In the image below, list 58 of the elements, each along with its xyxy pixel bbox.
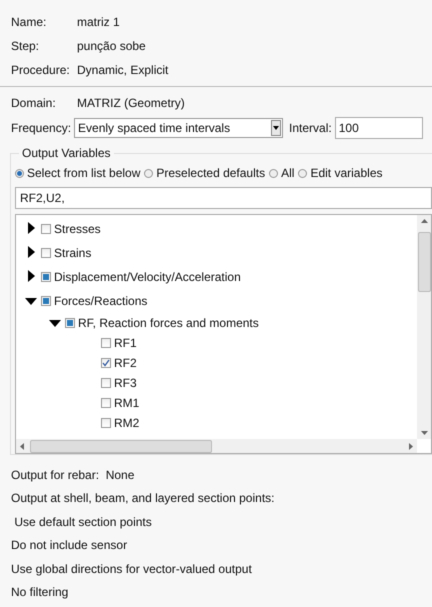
field-label: Frequency: — [11, 120, 72, 134]
checkbox[interactable] — [101, 418, 111, 428]
checkbox[interactable] — [41, 248, 51, 258]
setting-text: Use default section points — [13, 514, 153, 531]
field-label: Step: — [11, 39, 40, 53]
radio-option[interactable]: Preselected defaults — [144, 166, 266, 180]
tree-item-label[interactable]: RF2 — [114, 356, 137, 370]
field-value: MATRIZ (Geometry) — [77, 96, 185, 110]
field-label: Interval: — [289, 120, 332, 134]
group-title: Output Variables — [21, 146, 112, 160]
radio-option[interactable]: Select from list below — [15, 166, 140, 180]
radio-option[interactable]: All — [269, 166, 294, 180]
horizontal-scrollbar[interactable] — [16, 439, 417, 453]
checkbox[interactable] — [101, 398, 111, 408]
vertical-scrollbar[interactable] — [417, 215, 431, 439]
checkbox[interactable] — [41, 224, 51, 234]
setting-text: Do not include sensor — [11, 537, 128, 554]
checkbox[interactable] — [41, 296, 51, 306]
checkbox[interactable] — [101, 358, 111, 368]
scroll-thumb[interactable] — [418, 232, 430, 292]
scroll-thumb[interactable] — [30, 440, 212, 452]
expand-triangle-icon[interactable] — [28, 270, 34, 282]
expand-triangle-icon[interactable] — [28, 246, 34, 258]
tree-item-label[interactable]: RF, Reaction forces and moments — [78, 316, 259, 330]
checkbox[interactable] — [101, 338, 111, 348]
tree-item-label[interactable]: Displacement/Velocity/Acceleration — [54, 270, 241, 284]
setting-text: Output for rebar: None — [11, 466, 136, 484]
field-value: matriz 1 — [77, 15, 120, 29]
checkbox[interactable] — [101, 378, 111, 388]
tree-item-label[interactable]: RF3 — [114, 376, 137, 390]
expand-triangle-icon[interactable] — [28, 222, 34, 234]
field-value: punção sobe — [77, 39, 146, 53]
field-label: Name: — [11, 15, 48, 29]
tree-item-label[interactable]: Stresses — [54, 222, 101, 236]
tree-item-label[interactable]: RM1 — [114, 396, 140, 410]
radio-option[interactable]: Edit variables — [298, 166, 382, 180]
field-label: Procedure: — [11, 63, 71, 77]
tree-item-label[interactable]: Strains — [54, 246, 92, 260]
scroll-left-icon[interactable] — [20, 442, 24, 450]
scroll-down-icon[interactable] — [420, 431, 428, 435]
collapse-triangle-icon[interactable] — [49, 320, 61, 327]
scroll-up-icon[interactable] — [420, 219, 428, 223]
field-value: Dynamic, Explicit — [77, 63, 168, 77]
setting-text: No filtering — [11, 584, 70, 602]
checkbox[interactable] — [41, 272, 51, 282]
dropdown-arrow-icon — [273, 126, 280, 130]
interval-field[interactable]: 100 — [334, 116, 423, 138]
scroll-right-icon[interactable] — [409, 442, 413, 450]
collapse-triangle-icon[interactable] — [25, 298, 37, 305]
tree-item-label[interactable]: RF1 — [114, 336, 137, 350]
setting-text: Use global directions for vector-valued output — [11, 560, 253, 578]
setting-text: Output at shell, beam, and layered section points: — [11, 490, 276, 508]
tree-item-label[interactable]: Forces/Reactions — [54, 294, 148, 308]
variables-field[interactable]: RF2,U2, — [15, 187, 432, 209]
checkbox[interactable] — [65, 318, 75, 328]
tree-item-label[interactable]: RM2 — [114, 416, 140, 430]
frequency-dropdown[interactable]: Evenly spaced time intervals — [74, 118, 284, 138]
field-label: Domain: — [11, 96, 57, 110]
